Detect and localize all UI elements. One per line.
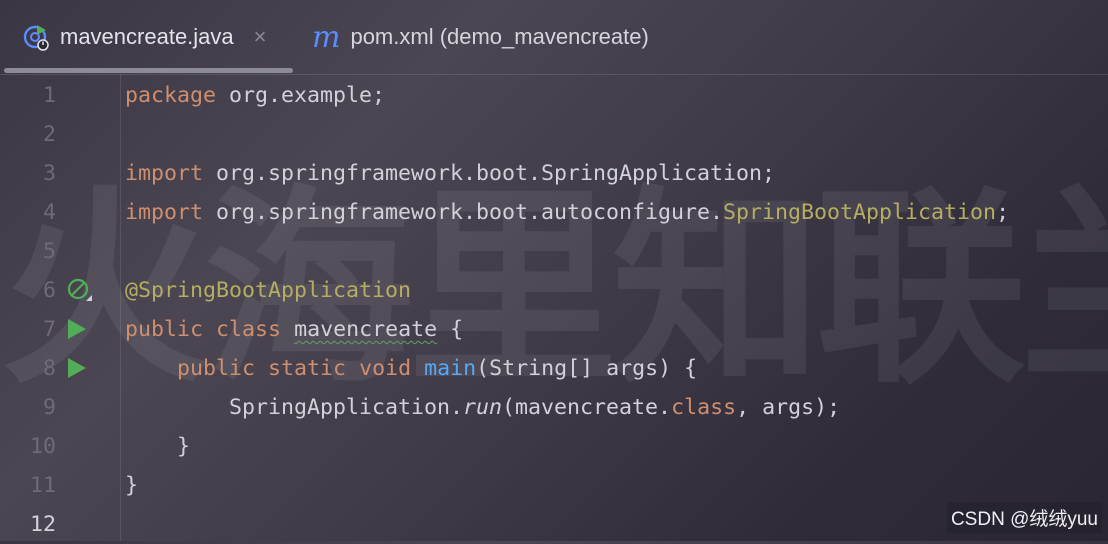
line-number: 9 (42, 395, 56, 420)
code-line[interactable]: 4 import org.springframework.boot.autoco… (0, 193, 1108, 232)
code-fragment: (mavencreate. (502, 395, 672, 420)
csdn-watermark: CSDN @绒绒yuu (946, 502, 1102, 533)
line-number: 10 (29, 434, 56, 459)
code-text: import org.springframework.boot.autoconf… (125, 193, 1009, 232)
code-text: SpringApplication.run(mavencreate.class,… (125, 388, 840, 427)
code-line[interactable]: 12 (0, 505, 1108, 544)
line-number: 6 (42, 278, 56, 303)
line-number: 5 (42, 239, 56, 264)
code-line[interactable]: 5 (0, 232, 1108, 271)
annotation: @SpringBootApplication (125, 278, 412, 303)
code-line[interactable]: 2 (0, 115, 1108, 154)
line-number: 11 (29, 473, 56, 498)
java-class-run-icon (23, 25, 49, 51)
keyword: static (268, 356, 347, 381)
code-text: @SpringBootApplication (125, 271, 411, 310)
annotation-class: SpringBootApplication (723, 200, 997, 225)
line-number: 3 (42, 161, 56, 186)
code-fragment: org.springframework.boot.autoconfigure. (203, 200, 724, 225)
tab-label: mavencreate.java (60, 24, 234, 49)
static-method: run (463, 395, 503, 420)
code-fragment: org.springframework.boot.SpringApplicati… (203, 161, 776, 186)
code-line[interactable]: 10 } (0, 427, 1108, 466)
line-number: 7 (42, 317, 56, 342)
close-tab-icon[interactable]: × (254, 24, 267, 50)
code-line[interactable]: 1 package org.example; (0, 76, 1108, 115)
code-line[interactable]: 6 @SpringBootApplication (0, 271, 1108, 310)
code-text: public class mavencreate { (125, 310, 463, 349)
code-line[interactable]: 7 public class mavencreate { (0, 310, 1108, 349)
run-main-icon[interactable] (68, 358, 86, 378)
code-fragment: SpringApplication. (229, 395, 464, 420)
code-fragment: ; (996, 200, 1010, 225)
line-number: 2 (42, 122, 56, 147)
spring-bean-icon[interactable] (66, 277, 92, 303)
editor-tab-bar: mavencreate.java × m pom.xml (demo_maven… (0, 0, 1108, 75)
keyword: public (125, 317, 204, 342)
code-line[interactable]: 11 } (0, 466, 1108, 505)
closing-brace: } (177, 434, 191, 459)
code-fragment: org.example; (216, 83, 386, 108)
tab-mavencreate-java[interactable]: mavencreate.java × (22, 0, 267, 74)
keyword: import (125, 200, 204, 225)
run-class-icon[interactable] (68, 319, 86, 339)
line-number: 4 (42, 200, 56, 225)
line-number: 1 (42, 83, 56, 108)
tab-pom-xml[interactable]: m pom.xml (demo_mavencreate) (312, 0, 649, 74)
keyword: import (125, 161, 204, 186)
keyword: public (177, 356, 256, 381)
code-fragment: { (437, 317, 464, 342)
code-text: } (125, 466, 138, 505)
maven-icon: m (312, 19, 341, 55)
method-name: main (424, 356, 477, 381)
keyword: void (359, 356, 412, 381)
code-text: public static void main(String[] args) { (125, 349, 697, 388)
code-text: package org.example; (125, 76, 385, 115)
line-number-current: 12 (29, 512, 56, 537)
keyword: class (216, 317, 282, 342)
code-line[interactable]: 3 import org.springframework.boot.Spring… (0, 154, 1108, 193)
code-line[interactable]: 8 public static void main(String[] args)… (0, 349, 1108, 388)
code-line[interactable]: 9 SpringApplication.run(mavencreate.clas… (0, 388, 1108, 427)
code-fragment: (String[] args) { (476, 356, 698, 381)
active-tab-indicator (4, 68, 293, 73)
code-text: import org.springframework.boot.SpringAp… (125, 154, 775, 193)
closing-brace: } (125, 473, 139, 498)
code-fragment: , args); (736, 395, 841, 420)
code-text: } (125, 427, 190, 466)
tab-label: pom.xml (demo_mavencreate) (350, 24, 649, 49)
line-number: 8 (42, 356, 56, 381)
keyword: package (125, 83, 217, 108)
class-name: mavencreate (294, 317, 438, 342)
keyword: class (671, 395, 737, 420)
